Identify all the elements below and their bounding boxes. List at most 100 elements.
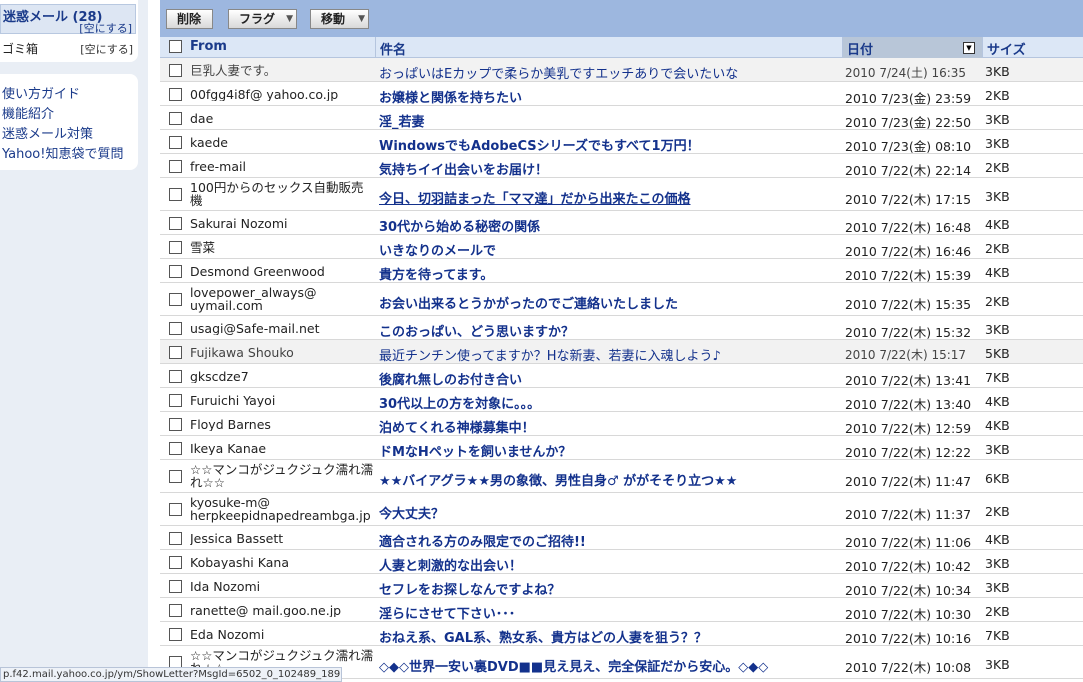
features-link[interactable]: 機能紹介 [2,103,54,122]
message-row[interactable]: 巨乳人妻です。 おっぱいはEカップで柔らか美乳ですエッチありで会いたいな 2010 … [160,58,1083,82]
message-checkbox[interactable] [169,135,182,149]
message-row[interactable]: lovepower_always@ uymail.com お会い出来るとうかがった… [160,283,1083,316]
message-checkbox[interactable] [169,264,182,278]
message-subject-link[interactable]: 気持ちイイ出会いをお届け！ [379,159,548,178]
message-checkbox[interactable] [169,369,182,383]
message-subject-link[interactable]: セフレをお探しなんですよね？ [379,579,560,598]
message-row[interactable]: kyosuke-m@ herpkeepidnapedreambga.jp 今大丈夫… [160,493,1083,526]
message-subject-link[interactable]: 適合される方のみ限定でのご招待!! [379,531,586,550]
message-subject-link[interactable]: 最近チンチン使ってますか？Hな新妻、若妻に入魂しよう♪ [379,345,721,364]
chiebukuro-link[interactable]: Yahoo!知恵袋で質問 [2,143,123,162]
message-row[interactable]: Kobayashi Kana 人妻と刺激的な出会い！ 2010 7/22(木) 10… [160,550,1083,574]
from-column-header[interactable]: From [190,39,227,54]
message-checkbox[interactable] [169,417,182,431]
message-row[interactable]: ☆☆マンコがジュクジュク濡れ濡れ☆☆ ★★バイアグラ★★男の象徴、男性自身♂ がが… [160,460,1083,493]
message-row[interactable]: gkscdze7 後腐れ無しのお付き合い 2010 7/22(木) 13:41 7KB [160,364,1083,388]
trash-empty-link[interactable]: [空にする] [80,41,133,57]
message-checkbox[interactable] [169,627,182,641]
date-column-header[interactable]: 日付 [847,39,873,58]
spam-measures-link[interactable]: 迷惑メール対策 [2,123,93,142]
message-from: 00fgg4i8f@ yahoo.co.jp [190,88,339,101]
message-row[interactable]: Floyd Barnes 泊めてくれる神様募集中！ 2010 7/22(木) 12:… [160,412,1083,436]
message-row[interactable]: Furuichi Yayoi 30代以上の方を対象に。。。 2010 7/22(木)… [160,388,1083,412]
move-dropdown-button[interactable]: 移動 ▼ [310,9,369,29]
message-checkbox[interactable] [169,345,182,359]
message-checkbox[interactable] [169,87,182,101]
message-row[interactable]: free-mail 気持ちイイ出会いをお届け！ 2010 7/22(木) 22:14… [160,154,1083,178]
message-checkbox[interactable] [169,63,182,77]
message-size: 3KB [985,136,1010,151]
message-checkbox[interactable] [169,503,182,516]
message-subject-link[interactable]: 淫らにさせて下さい･･･ [379,603,515,622]
message-row[interactable]: Desmond Greenwood 貴方を待ってます。 2010 7/22(木) 1… [160,259,1083,283]
message-row[interactable]: Sakurai Nozomi 30代から始める秘密の関係 2010 7/22(木) … [160,211,1083,235]
message-subject-link[interactable]: 貴方を待ってます。 [379,264,493,283]
spam-folder[interactable]: 迷惑メール (28) [空にする] [0,4,136,36]
message-from: Ikeya Kanae [190,442,267,455]
message-row[interactable]: 100円からのセックス自動販売機 今日、切羽詰まった「ママ達」だから出来たこの価格… [160,178,1083,211]
message-checkbox[interactable] [169,240,182,254]
size-column-header[interactable]: サイズ [987,39,1026,58]
message-date: 2010 7/22(木) 16:46 [845,244,972,259]
message-row[interactable]: 00fgg4i8f@ yahoo.co.jp お嬢様と関係を持ちたい 2010 7/… [160,82,1083,106]
message-checkbox[interactable] [169,555,182,569]
message-subject-link[interactable]: このおっぱい、どう思いますか？ [379,321,574,340]
message-row[interactable]: ranette@ mail.goo.ne.jp 淫らにさせて下さい･･･ 2010 … [160,598,1083,622]
message-row[interactable]: 雪菜 いきなりのメールで 2010 7/22(木) 16:46 2KB [160,235,1083,259]
message-subject-link[interactable]: 今日、切羽詰まった「ママ達」だから出来たこの価格 [379,188,690,207]
message-checkbox[interactable] [169,470,182,483]
message-row[interactable]: Jessica Bassett 適合される方のみ限定でのご招待!! 2010 7/2… [160,526,1083,550]
message-subject-link[interactable]: おねえ系、GAL系、熟女系、貴方はどの人妻を狙う？？ [379,627,707,646]
message-subject-link[interactable]: 淫_若妻 [379,111,425,130]
subject-column-header[interactable]: 件名 [380,39,406,58]
message-subject-link[interactable]: 30代以上の方を対象に。。。 [379,393,540,412]
message-row[interactable]: Ikeya Kanae ドMなHペットを飼いませんか？ 2010 7/22(木) 1… [160,436,1083,460]
sort-descending-icon[interactable]: ▼ [963,42,975,54]
help-links-box: 使い方ガイド 機能紹介 迷惑メール対策 Yahoo!知恵袋で質問 [0,74,138,170]
message-row[interactable]: Ida Nozomi セフレをお探しなんですよね？ 2010 7/22(木) 10:… [160,574,1083,598]
message-subject-link[interactable]: お会い出来るとうかがったのでご連絡いたしました [379,293,678,312]
message-subject-link[interactable]: WindowsでもAdobeCSシリーズでもすべて1万円！ [379,135,700,154]
message-checkbox[interactable] [169,216,182,230]
flag-dropdown-button[interactable]: フラグ ▼ [228,9,297,29]
message-checkbox[interactable] [169,393,182,407]
message-row[interactable]: kaede WindowsでもAdobeCSシリーズでもすべて1万円！ 2010 7… [160,130,1083,154]
message-checkbox[interactable] [169,441,182,455]
guide-link[interactable]: 使い方ガイド [2,83,80,102]
message-subject-link[interactable]: 30代から始める秘密の関係 [379,216,540,235]
chevron-down-icon: ▼ [358,14,365,24]
message-subject-link[interactable]: ドMなHペットを飼いませんか？ [379,441,571,460]
message-from: 100円からのセックス自動販売機 [190,181,364,208]
message-subject-link[interactable]: おっぱいはEカップで柔らか美乳ですエッチありで会いたいな [379,63,738,82]
message-checkbox[interactable] [169,603,182,617]
message-checkbox[interactable] [169,111,182,125]
message-checkbox[interactable] [169,531,182,545]
message-subject-link[interactable]: 今大丈夫？ [379,503,444,522]
trash-folder-label[interactable]: ゴミ箱 [2,40,38,57]
message-date: 2010 7/22(木) 10:16 [845,631,972,646]
message-row[interactable]: usagi@Safe-mail.net このおっぱい、どう思いますか？ 2010 7… [160,316,1083,340]
delete-button-label: 削除 [177,12,202,26]
message-checkbox[interactable] [169,293,182,306]
message-checkbox[interactable] [169,579,182,593]
message-row[interactable]: dae 淫_若妻 2010 7/23(金) 22:50 3KB [160,106,1083,130]
message-row[interactable]: Eda Nozomi おねえ系、GAL系、熟女系、貴方はどの人妻を狙う？？ 2010… [160,622,1083,646]
message-subject-link[interactable]: 人妻と刺激的な出会い！ [379,555,522,574]
flag-button-label: フラグ [239,12,276,26]
message-from: lovepower_always@ uymail.com [190,286,317,313]
message-checkbox[interactable] [169,159,182,173]
message-subject-link[interactable]: お嬢様と関係を持ちたい [379,87,522,106]
message-subject-link[interactable]: 泊めてくれる神様募集中！ [379,417,535,436]
message-subject-link[interactable]: 後腐れ無しのお付き合い [379,369,522,388]
message-from: Furuichi Yayoi [190,394,276,407]
message-subject-link[interactable]: ★★バイアグラ★★男の象徴、男性自身♂ ががそそり立つ★★ [379,470,737,489]
message-from: Ida Nozomi [190,580,261,593]
message-subject-link[interactable]: いきなりのメールで [379,240,496,259]
select-all-checkbox[interactable] [169,40,182,53]
message-checkbox[interactable] [169,188,182,201]
message-subject-link[interactable]: ◇◆◇世界一安い裏DVD■■見え見え、完全保証だから安心。◇◆◇ [379,656,768,675]
spam-empty-link[interactable]: [空にする] [79,20,132,36]
message-checkbox[interactable] [169,321,182,335]
message-row[interactable]: Fujikawa Shouko 最近チンチン使ってますか？Hな新妻、若妻に入魂しよ… [160,340,1083,364]
delete-button[interactable]: 削除 [166,9,213,29]
